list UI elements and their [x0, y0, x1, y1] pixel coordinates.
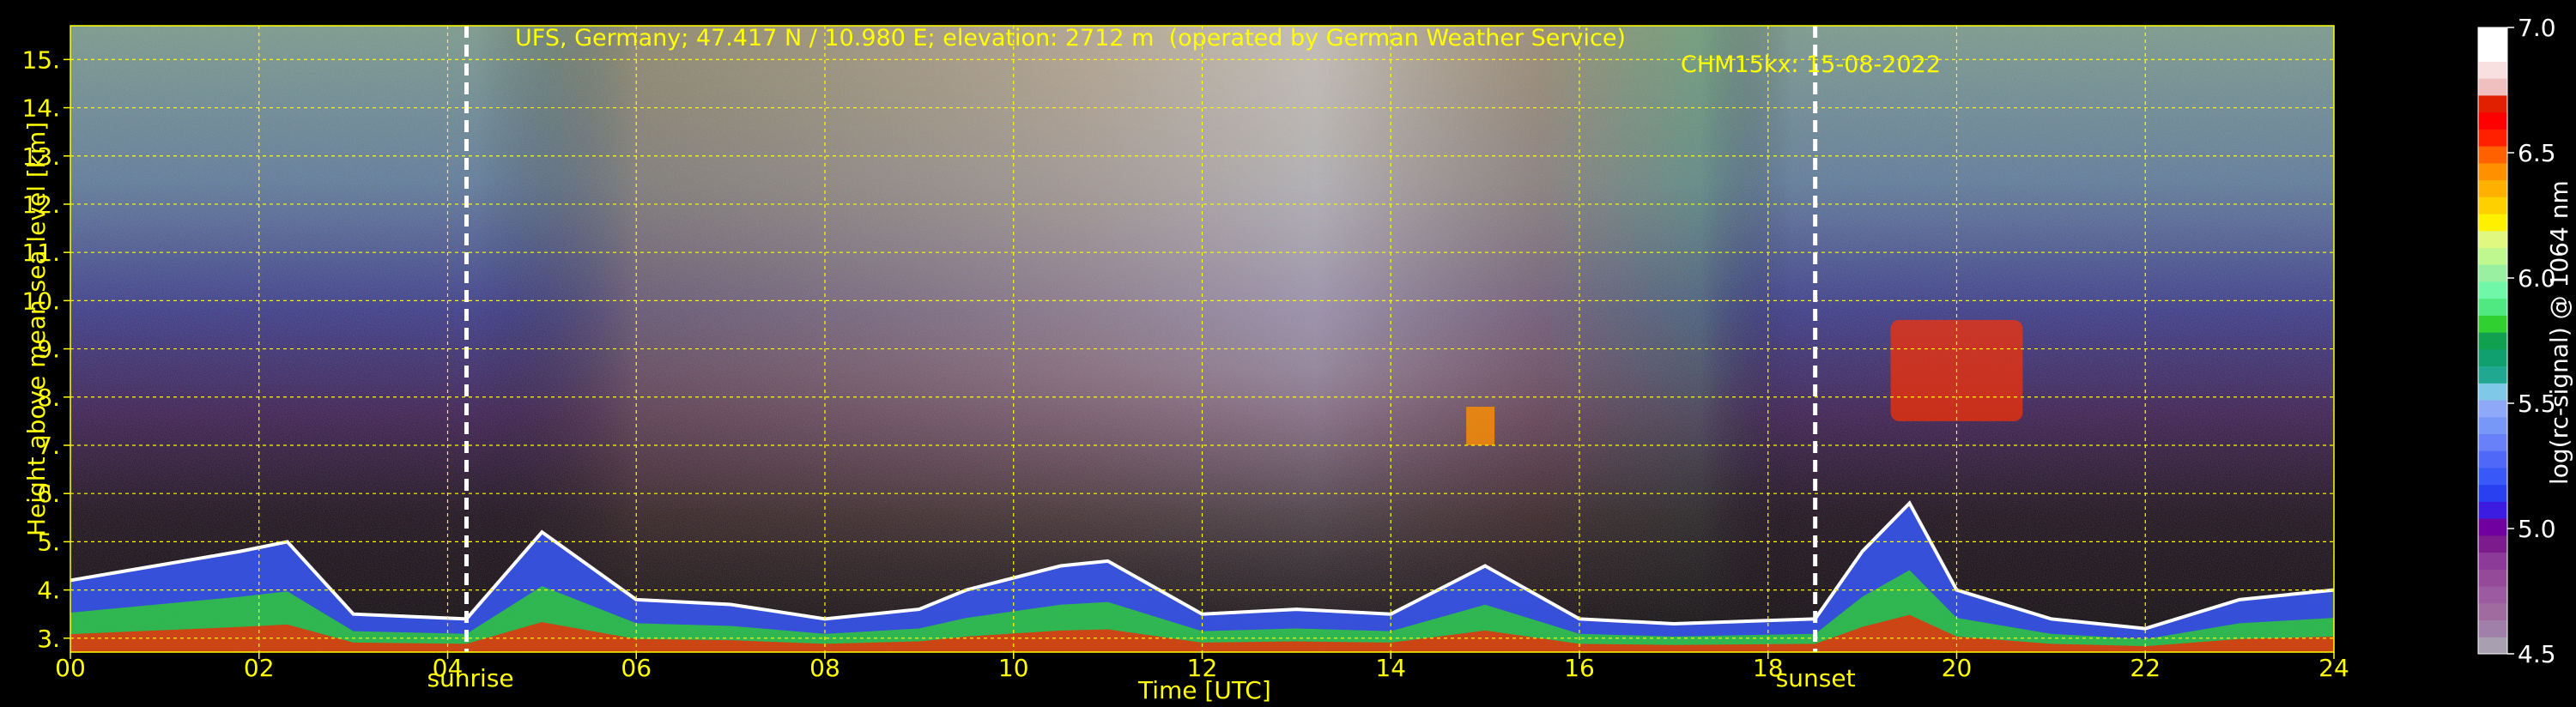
- x-tick-label: 00: [55, 654, 86, 682]
- y-axis-label: Height above mean sea level [km]: [22, 121, 51, 536]
- y-tick-label: 3.: [37, 625, 60, 653]
- colorbar-segment: [2478, 348, 2507, 367]
- x-axis-label: Time [UTC]: [1138, 676, 1271, 704]
- colorbar-segment: [2478, 602, 2507, 621]
- colorbar-segment: [2478, 281, 2507, 299]
- colorbar-segment: [2478, 78, 2507, 96]
- title-instrument-date: CHM15kx: 15-08-2022: [1681, 51, 1942, 78]
- colorbar-segment: [2478, 400, 2507, 418]
- sunrise-label: sunrise: [427, 664, 514, 692]
- x-tick-label: 02: [244, 654, 275, 682]
- colorbar-title: log(rc-signal) @ 1064 nm: [2545, 180, 2573, 485]
- x-tick-label: 06: [621, 654, 652, 682]
- colorbar-segment: [2478, 518, 2507, 536]
- y-axis-label-wrap: Height above mean sea level [km]: [0, 122, 51, 537]
- colorbar-segment: [2478, 450, 2507, 468]
- colorbar-segment: [2478, 383, 2507, 401]
- colorbar-title-wrap: log(rc-signal) @ 1064 nm: [2545, 180, 2576, 513]
- sunset-label: sunset: [1775, 664, 1856, 692]
- colorbar-segment: [2478, 433, 2507, 451]
- colorbar-segment: [2478, 619, 2507, 638]
- colorbar-segment: [2478, 366, 2507, 384]
- colorbar-segment: [2478, 637, 2507, 655]
- colorbar-segment: [2478, 332, 2507, 350]
- colorbar-segment: [2478, 214, 2507, 232]
- chart-title: UFS, Germany; 47.417 N / 10.980 E; eleva…: [0, 0, 2576, 78]
- colorbar-segment: [2478, 196, 2507, 215]
- colorbar-segment: [2478, 484, 2507, 502]
- colorbar-segment: [2478, 94, 2507, 113]
- colorbar-segment: [2478, 264, 2507, 282]
- colorbar-segment: [2478, 247, 2507, 265]
- colorbar-segment: [2478, 552, 2507, 570]
- colorbar-tick-label: 6.5: [2518, 139, 2556, 167]
- colorbar-segment: [2478, 535, 2507, 553]
- colorbar-segment: [2478, 569, 2507, 587]
- colorbar-segment: [2478, 112, 2507, 130]
- convective-signal: [1466, 407, 1495, 445]
- colorbar-tick-label: 5.0: [2518, 515, 2556, 543]
- colorbar-segment: [2478, 467, 2507, 486]
- colorbar-segment: [2478, 146, 2507, 164]
- x-tick-label: 16: [1564, 654, 1595, 682]
- x-tick-label: 20: [1942, 654, 1973, 682]
- colorbar-segment: [2478, 501, 2507, 519]
- colorbar-tick-label: 4.5: [2518, 640, 2556, 668]
- y-tick-label: 14.: [21, 94, 60, 123]
- colorbar-segment: [2478, 315, 2507, 333]
- colorbar-segment: [2478, 298, 2507, 316]
- x-tick-label: 14: [1375, 654, 1406, 682]
- x-tick-label: 08: [809, 654, 840, 682]
- colorbar-segment: [2478, 162, 2507, 181]
- colorbar-segment: [2478, 179, 2507, 197]
- colorbar: 4.55.05.56.06.57.0: [2477, 14, 2556, 668]
- x-tick-label: 10: [998, 654, 1029, 682]
- x-tick-label: 24: [2318, 654, 2349, 682]
- colorbar-segment: [2478, 416, 2507, 435]
- colorbar-segment: [2478, 230, 2507, 248]
- x-tick-label: 22: [2130, 654, 2161, 682]
- colorbar-segment: [2478, 129, 2507, 147]
- y-tick-label: 4.: [37, 577, 60, 605]
- colorbar-segment: [2478, 586, 2507, 604]
- title-station: UFS, Germany; 47.417 N / 10.980 E; eleva…: [515, 25, 1626, 51]
- ceilometer-plot: 00 02 04 06 08 10 12 14 16 18 20 22 24 3.4.5.6.7.8.9…: [21, 14, 2556, 682]
